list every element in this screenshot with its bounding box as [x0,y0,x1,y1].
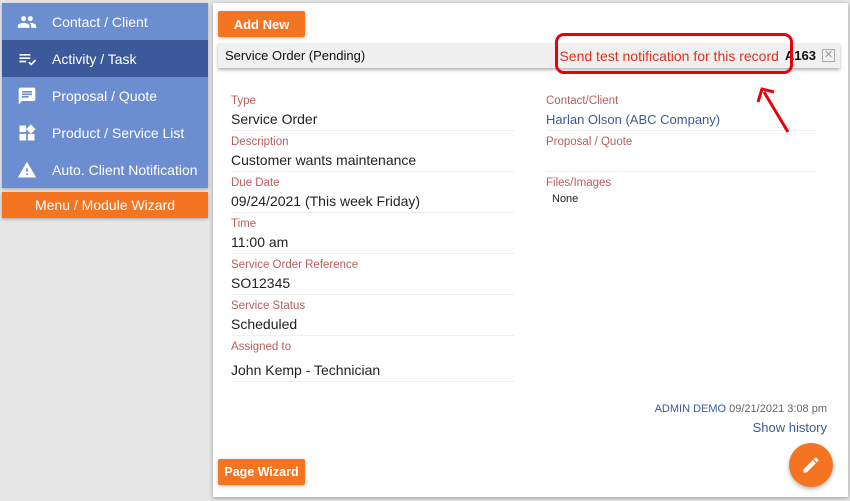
field-time: Time 11:00 am [231,216,514,254]
field-value: None [552,193,579,205]
field-value: Scheduled [231,316,298,332]
record-id: A163 [784,48,816,63]
field-label: Service Order Reference [231,259,359,271]
sidebar-item-contact-client[interactable]: Contact / Client [2,3,208,40]
right-field-column: Contact/Client Harlan Olson (ABC Company… [546,93,816,210]
field-type: Type Service Order [231,93,514,131]
audit-info: ADMIN DEMO 09/21/2021 3:08 pm [655,403,827,415]
checklist-icon [2,49,52,69]
contact-client-link[interactable]: Harlan Olson (ABC Company) [546,109,816,130]
widgets-icon [2,123,52,143]
add-new-button[interactable]: Add New [218,11,305,37]
field-description: Description Customer wants maintenance [231,134,514,172]
field-label: Type [231,95,256,107]
field-files-images: Files/Images None [546,175,816,207]
comment-icon [2,86,52,106]
page-wizard-button[interactable]: Page Wizard [218,459,305,485]
field-proposal-quote: Proposal / Quote [546,134,816,172]
field-label: Time [231,218,257,230]
field-value: John Kemp - Technician [231,362,381,378]
left-field-column: Type Service Order Description Customer … [231,93,514,385]
field-label: Description [231,136,289,148]
record-header: Service Order (Pending) Send test notifi… [218,43,840,68]
field-value: 11:00 am [231,234,289,250]
field-service-status: Service Status Scheduled [231,298,514,336]
sidebar-item-product-service-list[interactable]: Product / Service List [2,114,208,151]
sidebar-item-label: Contact / Client [52,13,148,30]
field-service-order-reference: Service Order Reference SO12345 [231,257,514,295]
record-panel: Add New Service Order (Pending) Send tes… [213,3,848,497]
field-value: 09/24/2021 (This week Friday) [231,193,421,209]
show-history-link[interactable]: Show history [753,420,827,435]
field-value: Customer wants maintenance [231,152,417,168]
close-icon[interactable]: ✕ [822,49,835,62]
field-value: Service Order [231,111,318,127]
field-assigned-to: Assigned to John Kemp - Technician [231,339,514,382]
send-test-notification-link[interactable]: Send test notification for this record [559,48,778,64]
sidebar-item-label: Auto. Client Notification [52,161,198,178]
warning-icon [2,160,52,180]
record-title: Service Order (Pending) [225,48,366,63]
people-icon [2,12,52,32]
sidebar-item-label: Product / Service List [52,124,185,141]
field-label: Files/Images [546,177,612,189]
field-label: Proposal / Quote [546,136,633,148]
field-due-date: Due Date 09/24/2021 (This week Friday) [231,175,514,213]
field-value [546,150,816,171]
field-contact-client: Contact/Client Harlan Olson (ABC Company… [546,93,816,131]
field-label: Service Status [231,300,306,312]
sidebar-item-label: Proposal / Quote [52,87,158,104]
field-label: Assigned to [231,341,292,353]
sidebar-item-activity-task[interactable]: Activity / Task [2,40,208,77]
sidebar-item-label: Activity / Task [52,50,137,67]
sidebar-nav: Contact / Client Activity / Task Proposa… [2,3,208,188]
sidebar-item-auto-client-notification[interactable]: Auto. Client Notification [2,151,208,188]
pencil-icon [803,457,819,473]
field-label: Contact/Client [546,95,619,107]
field-label: Due Date [231,177,280,189]
edit-button[interactable] [789,443,833,487]
sidebar-item-proposal-quote[interactable]: Proposal / Quote [2,77,208,114]
audit-user: ADMIN DEMO [654,403,727,415]
menu-module-wizard-button[interactable]: Menu / Module Wizard [2,192,208,218]
audit-time: 09/21/2021 3:08 pm [729,403,827,415]
field-value: SO12345 [231,275,291,291]
